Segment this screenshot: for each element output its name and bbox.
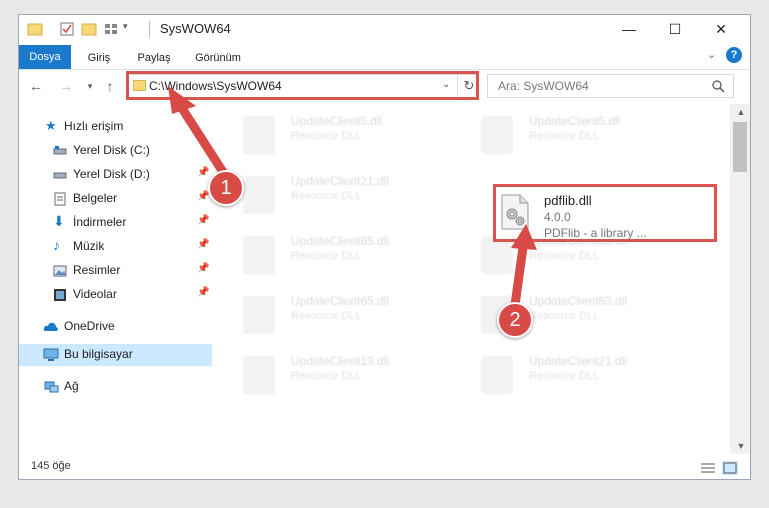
arrow-2 <box>510 235 529 310</box>
callout-1: 1 <box>208 170 244 206</box>
arrow-2-head <box>511 224 537 250</box>
annotation-arrows <box>168 86 537 310</box>
callout-2: 2 <box>497 302 533 338</box>
arrow-1 <box>173 97 228 177</box>
arrow-1-head <box>168 86 196 114</box>
